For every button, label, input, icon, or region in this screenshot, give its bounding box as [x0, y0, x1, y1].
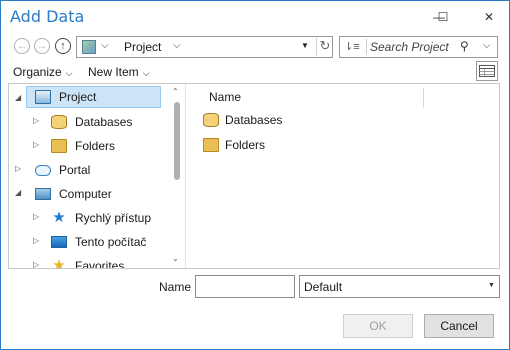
project-icon — [35, 90, 51, 104]
title-bar: Add Data — ☐ ✕ — [1, 1, 509, 33]
new-item-label: New Item — [88, 65, 139, 79]
tree-item-label: Databases — [75, 115, 133, 129]
search-box: ⇂≡ ⚲ ⌵ — [339, 36, 498, 58]
type-filter-value: Default — [304, 280, 343, 294]
dropdown-arrow-icon: ▼ — [488, 282, 495, 289]
refresh-icon[interactable]: ↻ — [316, 38, 333, 56]
search-icon[interactable]: ⚲ — [460, 39, 469, 53]
tree-item-label: Rychlý přístup — [75, 211, 152, 225]
tree-item-favorites[interactable]: ★ Favorites — [51, 255, 124, 268]
type-filter-select[interactable]: Default ▼ — [299, 275, 500, 298]
address-path[interactable]: Project — [124, 40, 161, 54]
add-data-dialog: Add Data — ☐ ✕ ← → ↑ ⌵ Project ⌵ ▼ ↻ ⇂≡ … — [0, 0, 510, 350]
collapse-arrow-icon[interactable]: ◢ — [15, 93, 21, 102]
collapse-arrow-icon[interactable]: ◢ — [15, 188, 21, 197]
name-label: Name — [159, 280, 192, 294]
details-view-icon — [479, 65, 495, 77]
chevron-down-icon: ⌵ — [142, 68, 150, 78]
column-header-name[interactable]: Name — [209, 90, 241, 104]
list-item[interactable]: Folders — [203, 135, 265, 155]
expand-arrow-icon[interactable]: ▷ — [33, 212, 39, 221]
tree-item-project[interactable]: Project — [26, 86, 161, 108]
tree-item-label: Tento počítač — [75, 235, 147, 249]
content-list: Name Databases Folders — [186, 84, 499, 268]
expand-arrow-icon[interactable]: ▷ — [15, 164, 21, 173]
chevron-down-icon[interactable]: ⌵ — [101, 40, 109, 51]
star-icon: ★ — [52, 209, 66, 226]
name-field[interactable] — [195, 275, 295, 298]
tree-item-label: Favorites — [75, 259, 125, 268]
monitor-icon — [51, 236, 67, 248]
cancel-button[interactable]: Cancel — [424, 314, 494, 338]
scrollbar-thumb[interactable] — [174, 102, 180, 180]
tree-item-computer[interactable]: Computer — [35, 183, 112, 205]
ok-button[interactable]: OK — [343, 314, 413, 338]
address-dropdown-icon[interactable]: ▼ — [301, 41, 309, 50]
expand-arrow-icon[interactable]: ▷ — [33, 140, 39, 149]
computer-icon — [35, 188, 51, 200]
address-bar[interactable]: ⌵ Project ⌵ ▼ ↻ — [76, 36, 333, 58]
tree-item-folders[interactable]: Folders — [51, 135, 115, 157]
organize-menu[interactable]: Organize ⌵ — [13, 65, 73, 79]
forward-icon[interactable]: → — [34, 38, 50, 54]
new-item-menu[interactable]: New Item ⌵ — [88, 65, 150, 79]
back-icon[interactable]: ← — [14, 38, 30, 54]
database-icon — [51, 115, 67, 129]
search-input[interactable] — [366, 39, 456, 55]
maximize-icon[interactable]: ☐ — [429, 5, 457, 29]
scroll-up-icon[interactable]: ⌃ — [172, 87, 179, 96]
column-divider[interactable] — [423, 88, 424, 108]
navigation-tree: Project ◢ ▷ Databases ▷ Folders ▷ Portal… — [9, 84, 169, 268]
sort-icon[interactable]: ⇂≡ — [344, 40, 362, 54]
dialog-title: Add Data — [10, 7, 85, 26]
folder-icon — [203, 138, 219, 152]
search-options-icon[interactable]: ⌵ — [483, 40, 491, 51]
list-item-label: Folders — [225, 138, 266, 152]
view-options-button[interactable] — [476, 61, 498, 81]
tree-item-label: Portal — [59, 163, 91, 177]
list-item[interactable]: Databases — [203, 110, 282, 130]
tree-item-databases[interactable]: Databases — [51, 111, 132, 133]
expand-arrow-icon[interactable]: ▷ — [33, 236, 39, 245]
favorites-icon: ★ — [52, 257, 66, 268]
tree-item-label: Folders — [75, 139, 116, 153]
list-item-label: Databases — [225, 113, 283, 127]
tree-scrollbar[interactable]: ⌃ ⌄ — [169, 84, 185, 268]
close-icon[interactable]: ✕ — [475, 5, 503, 29]
up-folder-icon[interactable]: ↑ — [55, 38, 71, 54]
tree-item-label: Computer — [59, 187, 112, 201]
cloud-icon — [35, 164, 51, 176]
project-icon — [82, 40, 96, 54]
chevron-down-icon: ⌵ — [65, 68, 73, 78]
tree-item-quick-access[interactable]: ★ Rychlý přístup — [51, 207, 151, 229]
tree-item-portal[interactable]: Portal — [35, 159, 90, 181]
chevron-down-icon[interactable]: ⌵ — [173, 40, 181, 51]
scroll-down-icon[interactable]: ⌄ — [172, 254, 179, 263]
expand-arrow-icon[interactable]: ▷ — [33, 260, 39, 268]
folder-icon — [51, 139, 67, 153]
expand-arrow-icon[interactable]: ▷ — [33, 116, 39, 125]
tree-item-label: Project — [59, 90, 97, 104]
database-icon — [203, 113, 219, 127]
organize-label: Organize — [13, 65, 62, 79]
tree-item-this-pc[interactable]: Tento počítač — [51, 231, 146, 253]
browser-panes: Project ◢ ▷ Databases ▷ Folders ▷ Portal… — [8, 83, 500, 269]
